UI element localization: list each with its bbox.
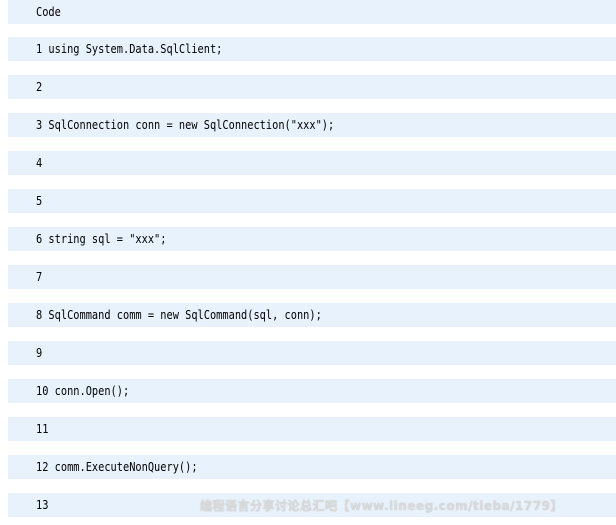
code-line: 7 [8, 265, 616, 289]
code-line-text: 10 conn.Open(); [36, 384, 130, 398]
code-line: 6 string sql = "xxx"; [8, 227, 616, 251]
code-line: 4 [8, 151, 616, 175]
watermark: 编程语言分享讨论总汇吧【www.lineeg.com/tieba/1779】 [200, 499, 563, 513]
code-line: 9 [8, 341, 616, 365]
code-line: 3 SqlConnection conn = new SqlConnection… [8, 113, 616, 137]
code-line: 5 [8, 189, 616, 213]
code-line-text: 6 string sql = "xxx"; [36, 232, 167, 246]
code-line-text: 11 [36, 422, 49, 436]
code-line: 10 conn.Open(); [8, 379, 616, 403]
code-line: 12 comm.ExecuteNonQuery(); [8, 455, 616, 479]
code-line-text: 8 SqlCommand comm = new SqlCommand(sql, … [36, 308, 322, 322]
code-line-text: 1 using System.Data.SqlClient; [36, 42, 223, 56]
code-line: 11 [8, 417, 616, 441]
code-line-text: 3 SqlConnection conn = new SqlConnection… [36, 118, 335, 132]
code-block: Code 1 using System.Data.SqlClient; 2 3 … [0, 0, 616, 525]
code-line-text: 7 [36, 270, 43, 284]
code-line: 2 [8, 75, 616, 99]
code-line: 8 SqlCommand comm = new SqlCommand(sql, … [8, 303, 616, 327]
code-line: 1 using System.Data.SqlClient; [8, 37, 616, 61]
code-header: Code [8, 0, 616, 24]
code-header-label: Code [36, 5, 61, 19]
code-line-text: 9 [36, 346, 43, 360]
code-line-text: 4 [36, 156, 43, 170]
code-line-text: 12 comm.ExecuteNonQuery(); [36, 460, 198, 474]
code-line-text: 13 [36, 498, 49, 512]
code-line-text: 2 [36, 80, 43, 94]
code-line-text: 5 [36, 194, 43, 208]
